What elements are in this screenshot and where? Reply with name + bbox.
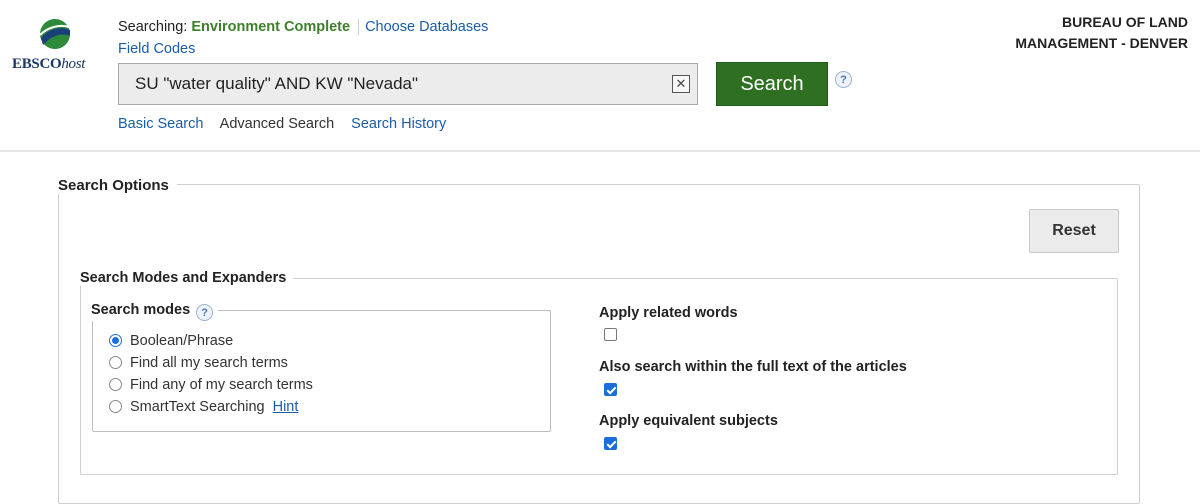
- searching-label: Searching:: [118, 19, 188, 35]
- search-history-link[interactable]: Search History: [351, 116, 446, 132]
- institution-name: BUREAU OF LAND MANAGEMENT - DENVER: [928, 12, 1188, 54]
- help-icon[interactable]: ?: [835, 71, 852, 88]
- globe-logo-icon: [39, 19, 70, 49]
- radio-button[interactable]: [109, 356, 122, 369]
- equivalent-subjects-label: Apply equivalent subjects: [599, 413, 778, 429]
- radio-button[interactable]: [109, 400, 122, 413]
- field-codes-link[interactable]: Field Codes: [118, 41, 195, 57]
- modes-and-expanders-title: Search Modes and Expanders: [73, 270, 294, 286]
- apply-related-words-checkbox[interactable]: [604, 328, 617, 341]
- clear-search-icon[interactable]: ✕: [672, 75, 690, 93]
- full-text-search-label: Also search within the full text of the …: [599, 359, 907, 375]
- search-options-title: Search Options: [50, 177, 177, 194]
- advanced-search-link[interactable]: Advanced Search: [220, 116, 334, 132]
- hint-link[interactable]: Hint: [273, 399, 299, 415]
- basic-search-link[interactable]: Basic Search: [118, 116, 203, 132]
- reset-button[interactable]: Reset: [1029, 209, 1119, 253]
- equivalent-subjects-checkbox[interactable]: [604, 437, 617, 450]
- institution-line-1: BUREAU OF LAND: [1062, 14, 1188, 30]
- header: EBSCOhost Searching: Environment Complet…: [0, 0, 1200, 152]
- search-button[interactable]: Search: [716, 62, 828, 106]
- mode-boolean-phrase[interactable]: Boolean/Phrase: [109, 333, 233, 349]
- institution-line-2: MANAGEMENT - DENVER: [1015, 35, 1188, 51]
- radio-button[interactable]: [109, 378, 122, 391]
- search-box: ✕: [118, 63, 698, 105]
- radio-button[interactable]: [109, 334, 122, 347]
- apply-related-words-label: Apply related words: [599, 305, 738, 321]
- search-modes-help-icon[interactable]: ?: [196, 304, 214, 321]
- logo-wordmark: EBSCOhost: [12, 56, 86, 72]
- search-type-links: Basic Search Advanced Search Search Hist…: [118, 116, 459, 132]
- database-name: Environment Complete: [191, 19, 351, 35]
- choose-databases-link[interactable]: Choose Databases: [365, 19, 488, 35]
- mode-find-all-terms[interactable]: Find all my search terms: [109, 355, 288, 371]
- full-text-search-checkbox[interactable]: [604, 383, 617, 396]
- search-input[interactable]: [119, 64, 675, 104]
- divider: [358, 19, 360, 36]
- searching-line: Searching: Environment Complete Choose Da…: [118, 19, 488, 36]
- ebscohost-logo[interactable]: EBSCOhost: [10, 18, 100, 78]
- mode-smarttext-searching[interactable]: SmartText Searching Hint: [109, 399, 298, 415]
- mode-find-any-terms[interactable]: Find any of my search terms: [109, 377, 313, 393]
- search-modes-label: Search modes?: [86, 302, 219, 321]
